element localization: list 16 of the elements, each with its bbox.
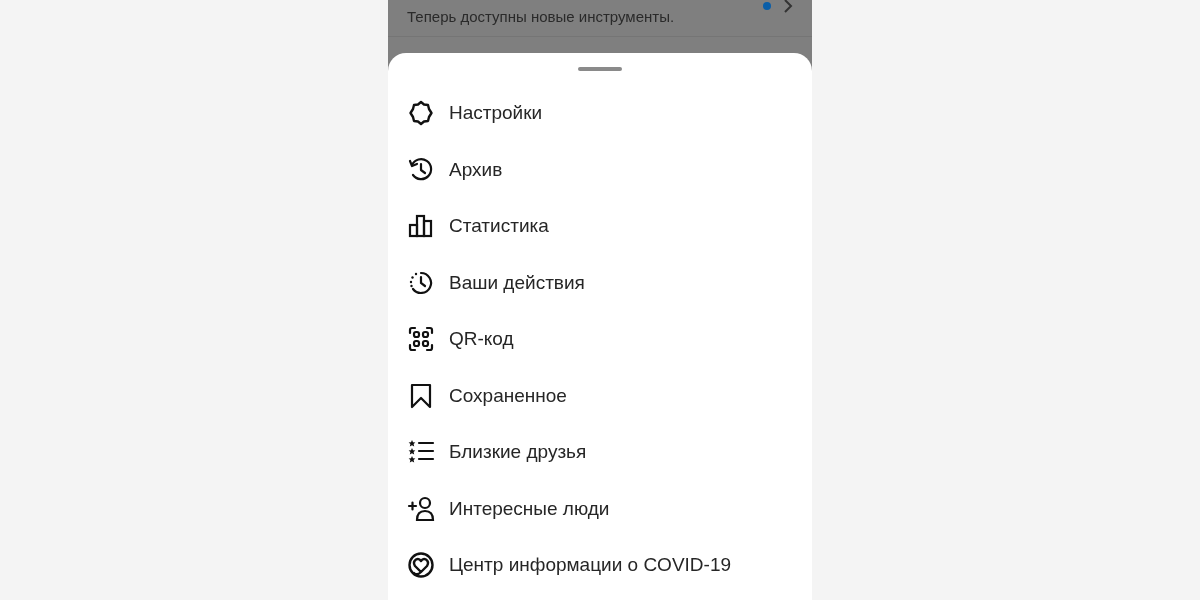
qr-code-icon — [407, 325, 435, 354]
gear-icon — [407, 99, 435, 128]
menu-item[interactable]: Интересные люди — [388, 480, 812, 537]
menu-item[interactable]: Ваши действия — [388, 254, 812, 311]
menu-item[interactable]: Сохраненное — [388, 367, 812, 424]
menu-item[interactable]: Настройки — [388, 85, 812, 142]
heart-circle-icon — [407, 551, 435, 580]
menu-item[interactable]: Близкие друзья — [388, 424, 812, 481]
add-person-icon — [407, 494, 435, 523]
menu-item[interactable]: Статистика — [388, 198, 812, 255]
menu-item[interactable]: QR-код — [388, 311, 812, 368]
menu-item[interactable]: Центр информации о COVID-19 — [388, 537, 812, 594]
drag-handle[interactable] — [578, 67, 622, 71]
chevron-right-icon — [783, 0, 793, 14]
subtitle-text: Теперь доступны новые инструменты. — [407, 8, 676, 25]
menu-item[interactable]: Архив — [388, 141, 812, 198]
